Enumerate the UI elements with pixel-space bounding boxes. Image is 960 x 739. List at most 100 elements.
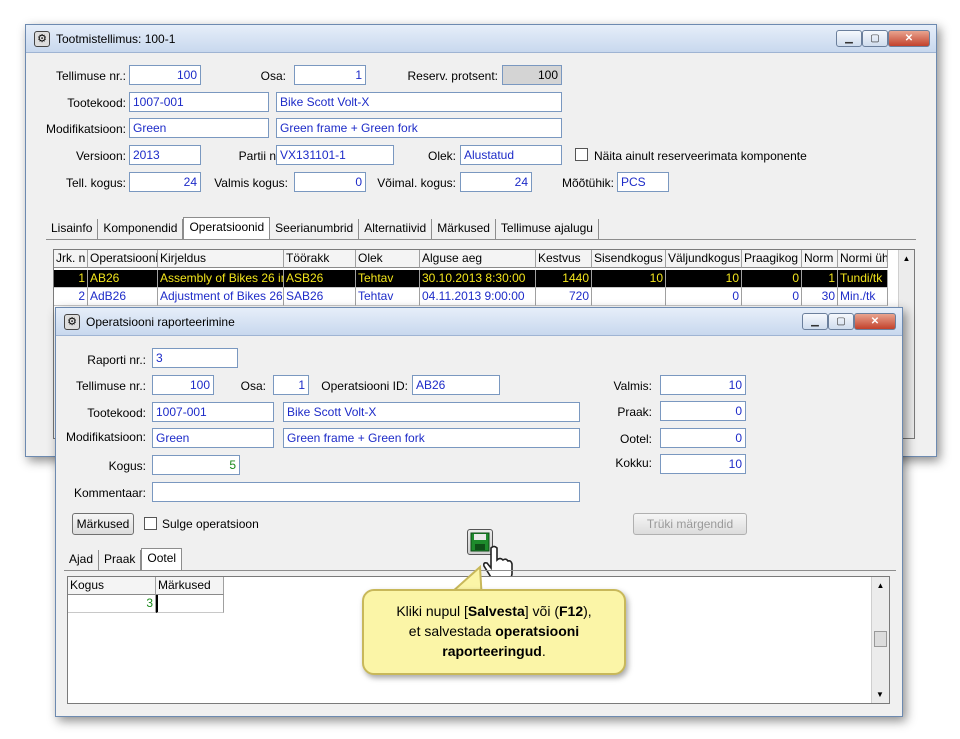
product-code-field[interactable]: 1007-001 [129, 92, 269, 112]
table-cell: 0 [666, 288, 742, 306]
title-bar: ⚙ Tootmistellimus: 100-1 ▁ ▢ ✕ [26, 25, 936, 53]
close-operation-label: Sulge operatsioon [162, 517, 259, 531]
table-cell[interactable] [156, 595, 224, 613]
modification-desc-field[interactable]: Green frame + Green fork [276, 118, 562, 138]
tab-praak[interactable]: Praak [99, 550, 142, 570]
table-cell: Tundi/tk [838, 270, 888, 288]
maximize-button[interactable]: ▢ [862, 30, 888, 47]
column-header[interactable]: Praagikog [742, 250, 802, 268]
table-cell: 2 [54, 288, 88, 306]
notes-button[interactable]: Märkused [72, 513, 134, 535]
ordered-qty-field[interactable]: 24 [129, 172, 201, 192]
quantity-field[interactable]: 5 [152, 455, 240, 475]
column-header[interactable]: Operatsiooni [88, 250, 158, 268]
modification-desc-field[interactable]: Green frame + Green fork [283, 428, 580, 448]
column-header[interactable]: Kogus [68, 577, 156, 595]
grid-scrollbar[interactable]: ▲ ▼ [871, 577, 889, 703]
ready-label: Valmis: [613, 379, 652, 393]
table-cell: 720 [536, 288, 592, 306]
version-label: Versioon: [75, 149, 126, 163]
scrap-label: Praak: [617, 405, 652, 419]
product-code-field[interactable]: 1007-001 [152, 402, 274, 422]
table-cell: 10 [666, 270, 742, 288]
product-name-field[interactable]: Bike Scott Volt-X [283, 402, 580, 422]
modification-field[interactable]: Green [152, 428, 274, 448]
ready-field[interactable]: 10 [660, 375, 746, 395]
comment-field[interactable] [152, 482, 580, 502]
table-cell: Tehtav [356, 270, 420, 288]
minimize-button[interactable]: ▁ [836, 30, 862, 47]
order-no-field[interactable]: 100 [152, 375, 214, 395]
column-header[interactable]: Normi üh [838, 250, 888, 268]
show-unreserved-checkbox[interactable] [575, 148, 588, 161]
scrap-field[interactable]: 0 [660, 401, 746, 421]
part-field[interactable]: 1 [273, 375, 309, 395]
column-header[interactable]: Jrk. n [54, 250, 88, 268]
tab-operatsioonid[interactable]: Operatsioonid [183, 217, 271, 239]
table-row[interactable]: 2 AdB26 Adjustment of Bikes 26 SAB26 Teh… [54, 288, 888, 306]
tab-markused[interactable]: Märkused [432, 219, 496, 239]
column-header[interactable]: Sisendkogus [592, 250, 666, 268]
column-header[interactable]: Kestvus [536, 250, 592, 268]
tab-tellimuse-ajalugu[interactable]: Tellimuse ajalugu [496, 219, 599, 239]
tab-seerianumbrid[interactable]: Seerianumbrid [270, 219, 360, 239]
column-header[interactable]: Olek [356, 250, 420, 268]
unit-field[interactable]: PCS [617, 172, 669, 192]
column-header[interactable]: Kirjeldus [158, 250, 284, 268]
maximize-button[interactable]: ▢ [828, 313, 854, 330]
table-cell: Tehtav [356, 288, 420, 306]
scroll-thumb[interactable] [874, 631, 887, 647]
tab-lisainfo[interactable]: Lisainfo [46, 219, 99, 239]
column-header[interactable]: Väljundkogus [666, 250, 742, 268]
table-cell: Adjustment of Bikes 26 [158, 288, 284, 306]
column-header[interactable]: Töörakk [284, 250, 356, 268]
scroll-up-icon[interactable]: ▲ [872, 581, 889, 590]
report-no-field[interactable]: 3 [152, 348, 238, 368]
table-cell: 30.10.2013 8:30:00 [420, 270, 536, 288]
tooltip-line-1: Kliki nupul [Salvesta] või (F12), [396, 603, 592, 619]
operation-id-label: Operatsiooni ID: [321, 379, 408, 393]
tab-ootel[interactable]: Ootel [141, 548, 183, 570]
batch-field[interactable]: VX131101-1 [276, 145, 394, 165]
close-button[interactable]: ✕ [888, 30, 930, 47]
minimize-button[interactable]: ▁ [802, 313, 828, 330]
window-title: Tootmistellimus: 100-1 [56, 32, 176, 46]
tooltip-line-3: raporteeringud. [442, 643, 546, 659]
order-no-field[interactable]: 100 [129, 65, 201, 85]
unit-label: Mõõtühik: [561, 176, 614, 190]
table-cell [592, 288, 666, 306]
column-header[interactable]: Märkused [156, 577, 224, 595]
product-code-label: Tootekood: [67, 96, 126, 110]
order-no-label: Tellimuse nr.: [75, 379, 146, 393]
tab-ajad[interactable]: Ajad [64, 550, 100, 570]
modification-field[interactable]: Green [129, 118, 269, 138]
comment-label: Kommentaar: [73, 486, 146, 500]
possible-qty-field[interactable]: 24 [460, 172, 532, 192]
part-field[interactable]: 1 [294, 65, 366, 85]
tab-alternatiivid[interactable]: Alternatiivid [359, 219, 433, 239]
column-header[interactable]: Norm [802, 250, 838, 268]
close-operation-checkbox[interactable] [144, 517, 157, 530]
quantity-label: Kogus: [108, 459, 146, 473]
total-field: 10 [660, 454, 746, 474]
table-cell: SAB26 [284, 288, 356, 306]
waiting-field[interactable]: 0 [660, 428, 746, 448]
table-row[interactable]: 3 [68, 595, 224, 613]
status-field[interactable]: Alustatud [460, 145, 562, 165]
product-name-field[interactable]: Bike Scott Volt-X [276, 92, 562, 112]
table-cell: 0 [742, 270, 802, 288]
grid-header-row: Kogus Märkused [68, 577, 224, 595]
version-field[interactable]: 2013 [129, 145, 201, 165]
column-header[interactable]: Alguse aeg [420, 250, 536, 268]
close-button[interactable]: ✕ [854, 313, 896, 330]
table-cell[interactable]: 3 [68, 595, 156, 613]
total-label: Kokku: [615, 456, 652, 470]
scroll-up-icon[interactable]: ▲ [899, 254, 914, 263]
table-row[interactable]: 1 AB26 Assembly of Bikes 26 in ASB26 Teh… [54, 270, 888, 288]
tab-komponendid[interactable]: Komponendid [98, 219, 184, 239]
ready-qty-field[interactable]: 0 [294, 172, 366, 192]
print-labels-button[interactable]: Trüki märgendid [633, 513, 747, 535]
scroll-down-icon[interactable]: ▼ [872, 690, 888, 699]
table-cell: 0 [742, 288, 802, 306]
operation-id-field[interactable]: AB26 [412, 375, 500, 395]
